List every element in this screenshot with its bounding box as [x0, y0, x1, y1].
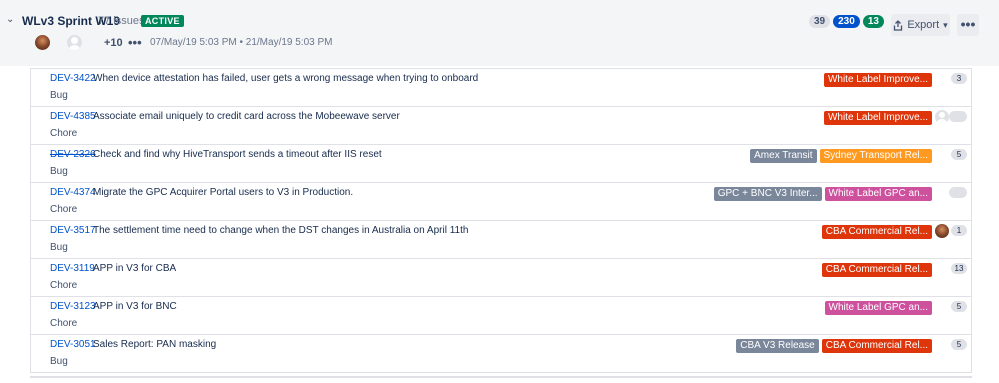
- issue-key[interactable]: DEV-3051: [50, 339, 96, 350]
- epic-lozenge[interactable]: CBA Commercial Rel...: [821, 225, 932, 239]
- list-divider: [30, 376, 972, 383]
- issue-labels: White Label Improve...: [823, 73, 932, 87]
- more-actions-button[interactable]: •••: [957, 14, 979, 36]
- issue-list: DEV-3422 When device attestation has fai…: [30, 68, 972, 373]
- issue-type: Bug: [50, 90, 68, 101]
- issue-summary[interactable]: Sales Report: PAN masking: [93, 339, 216, 350]
- issue-summary[interactable]: APP in V3 for BNC: [93, 301, 177, 312]
- issue-key[interactable]: DEV-2326: [50, 149, 96, 160]
- issue-labels: CBA V3 Release CBA Commercial Rel...: [736, 339, 932, 353]
- story-points-badge: 5: [951, 339, 967, 350]
- sprint-issue-count: 77 issues: [98, 15, 145, 27]
- extra-participants-count[interactable]: +10: [104, 37, 123, 49]
- participants-more-button[interactable]: •••: [128, 35, 142, 50]
- issue-summary[interactable]: The settlement time need to change when …: [93, 225, 468, 236]
- story-points-badge: [949, 187, 967, 198]
- version-lozenge[interactable]: GPC + BNC V3 Inter...: [713, 187, 822, 201]
- issue-row[interactable]: DEV-2326 Check and find why HiveTranspor…: [30, 144, 972, 182]
- sprint-panel: ⌄ WLv3 Sprint W19 77 issues ACTIVE 39 23…: [0, 0, 999, 381]
- issue-type: Bug: [50, 356, 68, 367]
- export-button[interactable]: Export ▾: [891, 14, 950, 36]
- issue-status-counts: 39 230 13: [809, 15, 884, 28]
- issue-summary[interactable]: APP in V3 for CBA: [93, 263, 176, 274]
- in-progress-count-badge: 230: [833, 15, 860, 28]
- sprint-meta: +10 ••• 07/May/19 5:03 PM • 21/May/19 5:…: [0, 34, 999, 54]
- issue-row[interactable]: DEV-3422 When device attestation has fai…: [30, 68, 972, 106]
- issue-summary[interactable]: Migrate the GPC Acquirer Portal users to…: [93, 187, 353, 198]
- issue-summary[interactable]: Associate email uniquely to credit card …: [93, 111, 400, 122]
- issue-type: Bug: [50, 242, 68, 253]
- chevron-down-icon[interactable]: ⌄: [6, 14, 14, 25]
- issue-key[interactable]: DEV-3422: [50, 73, 96, 84]
- todo-count-badge: 39: [809, 15, 831, 28]
- issue-type: Chore: [50, 318, 78, 329]
- sprint-status-badge: ACTIVE: [141, 15, 184, 27]
- issue-row[interactable]: DEV-4385 Associate email uniquely to cre…: [30, 106, 972, 144]
- done-count-badge: 13: [862, 15, 884, 28]
- issue-type: Chore: [50, 280, 78, 291]
- issue-labels: White Label Improve...: [823, 111, 932, 125]
- avatar[interactable]: [35, 35, 50, 50]
- sprint-header: ⌄ WLv3 Sprint W19 77 issues ACTIVE 39 23…: [0, 10, 999, 36]
- issue-labels: CBA Commercial Rel...: [821, 263, 932, 277]
- export-label: Export: [907, 19, 940, 31]
- epic-lozenge[interactable]: White Label GPC an...: [824, 301, 932, 315]
- issue-row[interactable]: DEV-3051 Sales Report: PAN masking Bug C…: [30, 334, 972, 373]
- issue-summary[interactable]: When device attestation has failed, user…: [93, 73, 478, 84]
- epic-lozenge[interactable]: White Label GPC an...: [824, 187, 932, 201]
- issue-labels: GPC + BNC V3 Inter... White Label GPC an…: [713, 187, 932, 201]
- issue-row[interactable]: DEV-4374 Migrate the GPC Acquirer Portal…: [30, 182, 972, 220]
- story-points-badge: 1: [951, 225, 967, 236]
- story-points-badge: 13: [951, 263, 967, 274]
- story-points-badge: 5: [951, 149, 967, 160]
- issue-summary[interactable]: Check and find why HiveTransport sends a…: [93, 149, 382, 160]
- epic-lozenge[interactable]: White Label Improve...: [823, 73, 932, 87]
- unassigned-avatar[interactable]: [935, 110, 949, 124]
- issue-key[interactable]: DEV-3119: [50, 263, 95, 274]
- version-lozenge[interactable]: Amex Transit: [750, 149, 817, 163]
- chevron-down-icon: ▾: [943, 19, 948, 30]
- issue-row[interactable]: DEV-3123 APP in V3 for BNC Chore White L…: [30, 296, 972, 334]
- issue-type: Bug: [50, 166, 68, 177]
- issue-type: Chore: [50, 204, 78, 215]
- epic-lozenge[interactable]: CBA Commercial Rel...: [821, 263, 932, 277]
- issue-key[interactable]: DEV-3123: [50, 301, 96, 312]
- version-lozenge[interactable]: CBA V3 Release: [736, 339, 819, 353]
- issue-row[interactable]: DEV-3119 APP in V3 for CBA Chore CBA Com…: [30, 258, 972, 296]
- issue-labels: Amex Transit Sydney Transport Rel...: [750, 149, 932, 163]
- assignee-avatar[interactable]: [935, 224, 949, 238]
- epic-lozenge[interactable]: CBA Commercial Rel...: [821, 339, 932, 353]
- issue-row[interactable]: DEV-3517 The settlement time need to cha…: [30, 220, 972, 258]
- issue-key[interactable]: DEV-3517: [50, 225, 96, 236]
- issue-key[interactable]: DEV-4385: [50, 111, 96, 122]
- story-points-badge: 3: [951, 73, 967, 84]
- issue-type: Chore: [50, 128, 78, 139]
- issue-labels: White Label GPC an...: [824, 301, 932, 315]
- epic-lozenge[interactable]: Sydney Transport Rel...: [819, 149, 932, 163]
- story-points-badge: 5: [951, 301, 967, 312]
- sprint-dates: 07/May/19 5:03 PM • 21/May/19 5:03 PM: [150, 37, 333, 48]
- epic-lozenge[interactable]: White Label Improve...: [823, 111, 932, 125]
- issue-labels: CBA Commercial Rel...: [821, 225, 932, 239]
- story-points-badge: [949, 111, 967, 122]
- export-icon: [894, 19, 903, 31]
- avatar-placeholder[interactable]: [67, 35, 82, 50]
- issue-key[interactable]: DEV-4374: [50, 187, 96, 198]
